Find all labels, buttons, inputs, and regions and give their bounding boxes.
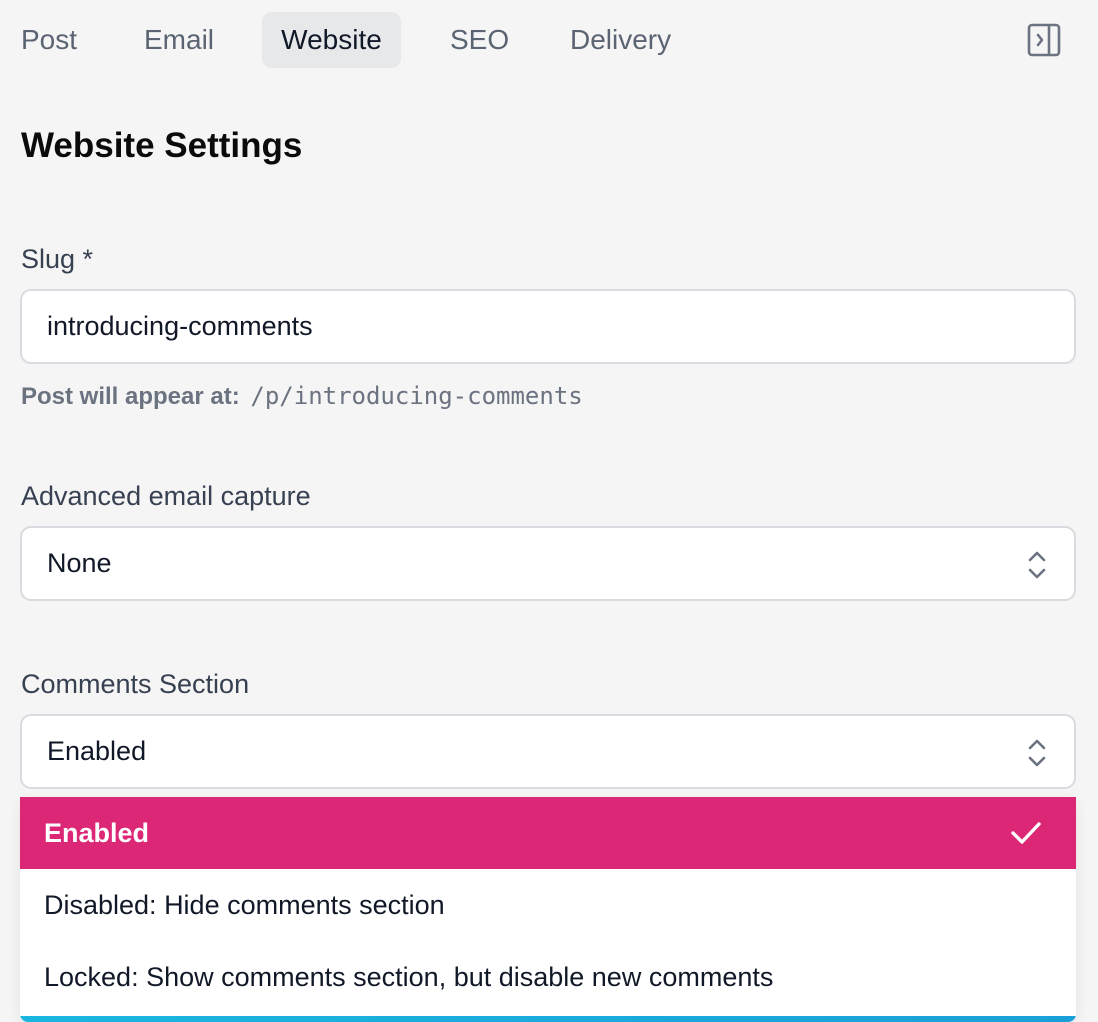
option-disabled[interactable]: Disabled: Hide comments section: [20, 869, 1076, 941]
comments-label: Comments Section: [21, 669, 250, 699]
email-capture-select[interactable]: None: [20, 526, 1076, 601]
comments-dropdown-menu: Enabled Disabled: Hide comments section …: [20, 797, 1076, 1022]
option-label: Enabled: [44, 818, 150, 848]
tab-email[interactable]: Email: [127, 12, 231, 68]
slug-hint-path: /p/introducing-comments: [250, 382, 583, 410]
tab-delivery[interactable]: Delivery: [553, 12, 688, 68]
tab-post[interactable]: Post: [4, 12, 94, 68]
option-label: Locked: Show comments section, but disab…: [44, 962, 774, 992]
settings-tabs: Post Email Website SEO Delivery: [0, 0, 1098, 80]
slug-input[interactable]: [47, 291, 1027, 362]
tab-website[interactable]: Website: [262, 12, 401, 68]
chevron-up-down-icon: [1028, 739, 1046, 767]
dropdown-bottom-edge: [20, 1016, 1076, 1022]
check-icon: [1011, 822, 1041, 844]
sidebar-collapse-icon[interactable]: [1027, 23, 1061, 57]
slug-label: Slug *: [21, 244, 94, 274]
option-locked[interactable]: Locked: Show comments section, but disab…: [20, 941, 1076, 1013]
comments-select[interactable]: Enabled: [20, 714, 1076, 789]
option-label: Disabled: Hide comments section: [44, 890, 445, 920]
slug-field[interactable]: [20, 289, 1076, 364]
chevron-up-down-icon: [1028, 551, 1046, 579]
option-enabled[interactable]: Enabled: [20, 797, 1076, 869]
slug-hint: Post will appear at: /p/introducing-comm…: [21, 382, 583, 411]
tab-seo[interactable]: SEO: [433, 12, 526, 68]
slug-hint-label: Post will appear at:: [21, 383, 240, 410]
comments-value: Enabled: [47, 736, 147, 766]
email-capture-label: Advanced email capture: [21, 481, 311, 511]
page-title: Website Settings: [21, 126, 303, 165]
email-capture-value: None: [47, 548, 112, 578]
